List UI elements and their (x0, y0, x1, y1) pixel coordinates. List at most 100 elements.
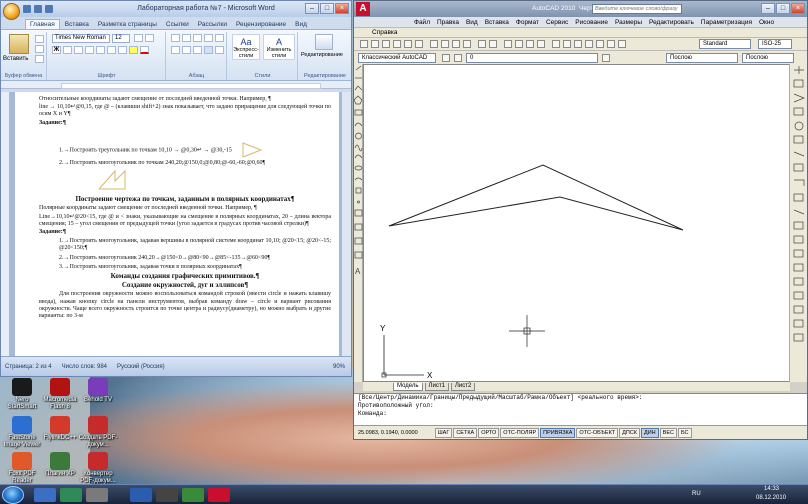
tab-layout2[interactable]: Лист2 (450, 382, 476, 391)
minimize-button[interactable]: – (305, 3, 319, 14)
subscript-icon[interactable] (96, 46, 105, 54)
publish-icon[interactable] (415, 40, 423, 48)
print-icon[interactable] (393, 40, 401, 48)
paste-icon[interactable] (452, 40, 460, 48)
status-polar[interactable]: ОТС-ПОЛЯР (500, 427, 540, 438)
tab-home[interactable]: Главная (25, 19, 60, 29)
desktop-icon-flash[interactable]: Macromedia Flash 8 (40, 378, 80, 411)
italic-icon[interactable] (63, 46, 72, 54)
redo-icon[interactable] (489, 40, 497, 48)
drawing-canvas[interactable]: Y X (363, 64, 790, 382)
desktop-icon-faststone[interactable]: FastStone Image Viewer (2, 416, 42, 449)
open-icon[interactable] (371, 40, 379, 48)
format-painter-icon[interactable] (35, 55, 44, 63)
language-indicator[interactable]: RU (692, 491, 701, 497)
editing-button[interactable]: Редактирование (301, 52, 343, 58)
menu-insert[interactable]: Вставка (485, 17, 509, 27)
dim-style-select[interactable]: ISO-25 (758, 39, 792, 49)
taskbar-app3-icon[interactable] (182, 488, 204, 502)
save-icon[interactable] (382, 40, 390, 48)
paste-button[interactable]: Вставить (3, 56, 28, 62)
menu-edit[interactable]: Правка (437, 17, 459, 27)
underline-icon[interactable] (74, 46, 83, 54)
lineweight-select[interactable]: Послою (742, 53, 794, 63)
menu-format[interactable]: Формат (516, 17, 539, 27)
status-grid[interactable]: СЕТКА (453, 427, 478, 438)
new-icon[interactable] (360, 40, 368, 48)
status-snap[interactable]: ШАГ (434, 427, 453, 438)
tab-page-layout[interactable]: Разметка страницы (94, 20, 161, 29)
status-lwt[interactable]: ВЕС (659, 427, 677, 438)
menu-window[interactable]: Окно (759, 17, 774, 27)
font-color-icon[interactable] (140, 46, 149, 54)
coordinates-readout[interactable]: 25.0983, 0.1940, 0.0000 (356, 429, 420, 437)
command-window[interactable]: [Все/Центр/Динамика/Границы/Предыдущий/М… (354, 393, 807, 425)
menu-draw[interactable]: Рисование (575, 17, 608, 27)
horizontal-ruler[interactable] (1, 81, 351, 89)
make-current-layer-icon[interactable] (602, 54, 610, 62)
menu-help[interactable]: Справка (372, 29, 398, 36)
align-right-icon[interactable] (193, 46, 202, 54)
taskbar-media-icon[interactable] (60, 488, 82, 502)
menu-tools[interactable]: Сервис (546, 17, 568, 27)
clock-time[interactable]: 14:33 (764, 486, 779, 492)
match-properties-icon[interactable] (463, 40, 471, 48)
tab-references[interactable]: Ссылки (162, 20, 193, 29)
design-center-icon[interactable] (563, 40, 571, 48)
tab-model[interactable]: Модель (393, 382, 423, 391)
desktop-icon-nero[interactable]: Nero StartSmart (2, 378, 42, 411)
menu-parametric[interactable]: Параметризация (701, 17, 752, 27)
highlight-icon[interactable] (129, 46, 138, 54)
workspace-select[interactable]: Классический AutoCAD (358, 53, 436, 63)
status-ortho[interactable]: ОРТО (478, 427, 500, 438)
sheet-set-icon[interactable] (585, 40, 593, 48)
font-name-select[interactable]: Times New Roman (52, 34, 110, 43)
desktop-icon-beholdtv[interactable]: Behold TV (78, 378, 118, 404)
layer-select[interactable]: 0 (466, 53, 598, 63)
strikethrough-icon[interactable] (85, 46, 94, 54)
command-prompt[interactable]: Команда: (358, 410, 807, 418)
multilevel-list-icon[interactable] (193, 34, 202, 42)
taskbar-app-icon[interactable] (86, 488, 108, 502)
draw-tools-icons[interactable]: A (353, 64, 363, 382)
tab-layout1[interactable]: Лист1 (424, 382, 449, 391)
align-left-icon[interactable] (171, 46, 180, 54)
preview-icon[interactable] (404, 40, 412, 48)
shrink-font-icon[interactable] (145, 34, 154, 42)
language-indicator[interactable]: Русский (Россия) (117, 364, 165, 370)
decrease-indent-icon[interactable] (204, 34, 213, 42)
copy-icon[interactable] (35, 45, 44, 53)
vertical-ruler[interactable] (1, 92, 10, 358)
menu-dimension[interactable]: Размеры (615, 17, 642, 27)
desktop-icon-create-pdf[interactable]: Создать PDF-докум... (78, 416, 118, 449)
workspace-settings-icon[interactable] (442, 54, 450, 62)
justify-icon[interactable] (204, 46, 213, 54)
document-page[interactable]: Относительные координаты задают смещение… (15, 92, 339, 358)
menu-view[interactable]: Вид (466, 17, 478, 27)
taskbar-word-icon[interactable] (130, 488, 152, 502)
maximize-button[interactable]: □ (776, 3, 790, 14)
desktop-icon-plugin-xp[interactable]: Плагин XP (40, 452, 80, 478)
zoom-previous-icon[interactable] (537, 40, 545, 48)
taskbar-autocad-icon[interactable] (208, 488, 230, 502)
change-styles-button[interactable]: A Изменить стили (263, 34, 295, 60)
tab-mailings[interactable]: Рассылки (194, 20, 231, 29)
paste-icon[interactable] (9, 34, 29, 54)
minimize-button[interactable]: – (761, 3, 775, 14)
tab-insert[interactable]: Вставка (61, 20, 93, 29)
pan-icon[interactable] (504, 40, 512, 48)
bullets-icon[interactable] (171, 34, 180, 42)
line-spacing-icon[interactable] (215, 46, 224, 54)
markup-icon[interactable] (596, 40, 604, 48)
status-ducs[interactable]: ДПСК (619, 427, 640, 438)
vertical-scrollbar[interactable] (341, 92, 351, 358)
cut-icon[interactable] (35, 35, 44, 43)
clock-date[interactable]: 08.12.2010 (756, 495, 786, 501)
autocad-logo[interactable]: A (356, 2, 370, 16)
bold-icon[interactable]: Ж (52, 46, 61, 54)
copy-icon[interactable] (441, 40, 449, 48)
align-center-icon[interactable] (182, 46, 191, 54)
numbering-icon[interactable] (182, 34, 191, 42)
taskbar-app2-icon[interactable] (156, 488, 178, 502)
start-button[interactable] (2, 486, 24, 504)
